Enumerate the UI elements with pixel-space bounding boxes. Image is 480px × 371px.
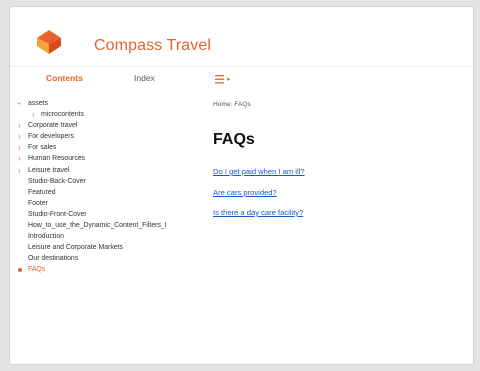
- breadcrumb: Home: FAQs: [213, 101, 251, 108]
- toc-item-dynamic-content-filters[interactable]: How_to_use_the_Dynamic_Content_Filters_I: [18, 220, 213, 231]
- chevron-right-icon[interactable]: ›: [18, 154, 21, 163]
- active-bullet-icon: [18, 267, 22, 272]
- toc-item-corporate-travel[interactable]: › Corporate travel: [18, 120, 213, 131]
- toc-item-microcontents[interactable]: › microcontents: [18, 109, 213, 120]
- faq-list: Do I get paid when I am ill? Are cars pr…: [213, 167, 305, 229]
- toc-item-assets[interactable]: › assets: [15, 98, 213, 109]
- tab-index[interactable]: Index: [134, 73, 155, 83]
- hamburger-menu-icon[interactable]: [215, 75, 233, 85]
- page-title: FAQs: [213, 131, 255, 148]
- faq-link-day-care[interactable]: Is there a day care facility?: [213, 208, 305, 229]
- main-content: Home: FAQs FAQs Do I get paid when I am …: [213, 101, 463, 217]
- toc-item-human-resources[interactable]: › Human Resources: [18, 153, 213, 164]
- tab-contents[interactable]: Contents: [46, 73, 83, 83]
- toc-item-for-developers[interactable]: › For developers: [18, 131, 213, 142]
- chevron-right-icon[interactable]: ›: [18, 132, 21, 141]
- toc-item-studio-back-cover[interactable]: Studio-Back-Cover: [18, 176, 213, 187]
- toc-item-studio-front-cover[interactable]: Studio-Front-Cover: [18, 209, 213, 220]
- toc-item-featured[interactable]: Featured: [18, 187, 213, 198]
- chevron-right-icon[interactable]: ›: [18, 143, 21, 152]
- chevron-down-icon[interactable]: ›: [14, 102, 25, 105]
- brand-name[interactable]: Compass Travel: [94, 37, 211, 55]
- toc-item-our-destinations[interactable]: Our destinations: [18, 253, 213, 264]
- chevron-right-icon[interactable]: ›: [18, 121, 21, 130]
- sidebar-tabs: Contents Index: [10, 73, 210, 91]
- header: Compass Travel: [10, 7, 473, 67]
- toc-item-for-sales[interactable]: › For sales: [18, 142, 213, 153]
- help-window: Compass Travel Contents Index › assets ›…: [9, 6, 474, 365]
- toc-item-footer[interactable]: Footer: [18, 198, 213, 209]
- toc-item-introduction[interactable]: Introduction: [18, 231, 213, 242]
- chevron-right-icon[interactable]: ›: [32, 110, 35, 119]
- chevron-right-icon[interactable]: ›: [18, 166, 21, 175]
- table-of-contents: › assets › microcontents › Corporate tra…: [15, 98, 213, 276]
- toc-item-leisure-corporate-markets[interactable]: Leisure and Corporate Markets: [18, 242, 213, 253]
- faq-link-paid-when-ill[interactable]: Do I get paid when I am ill?: [213, 167, 305, 188]
- faq-link-cars-provided[interactable]: Are cars provided?: [213, 188, 305, 209]
- compass-logo-icon[interactable]: [34, 27, 64, 57]
- toc-item-faqs[interactable]: FAQs: [18, 264, 213, 275]
- toc-item-leisure-travel[interactable]: › Leisure travel: [18, 165, 213, 176]
